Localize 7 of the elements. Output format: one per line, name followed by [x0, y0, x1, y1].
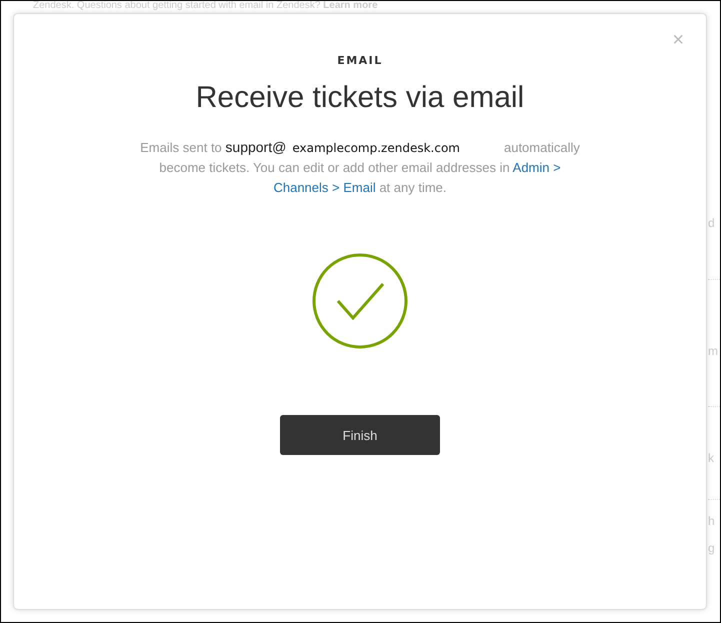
- modal-eyebrow: EMAIL: [337, 54, 383, 67]
- finish-button[interactable]: Finish: [280, 415, 440, 455]
- modal-message: Emails sent to support@ examplecomp.zendesk.com automatically become tickets. You can edit or add other email addresses in Admin > Channels > Email at any time.: [140, 138, 580, 197]
- checkmark-icon: [311, 252, 409, 350]
- modal-title: Receive tickets via email: [196, 81, 524, 115]
- admin-link[interactable]: Admin >: [512, 160, 561, 175]
- admin-link[interactable]: Channels > Email: [273, 180, 376, 195]
